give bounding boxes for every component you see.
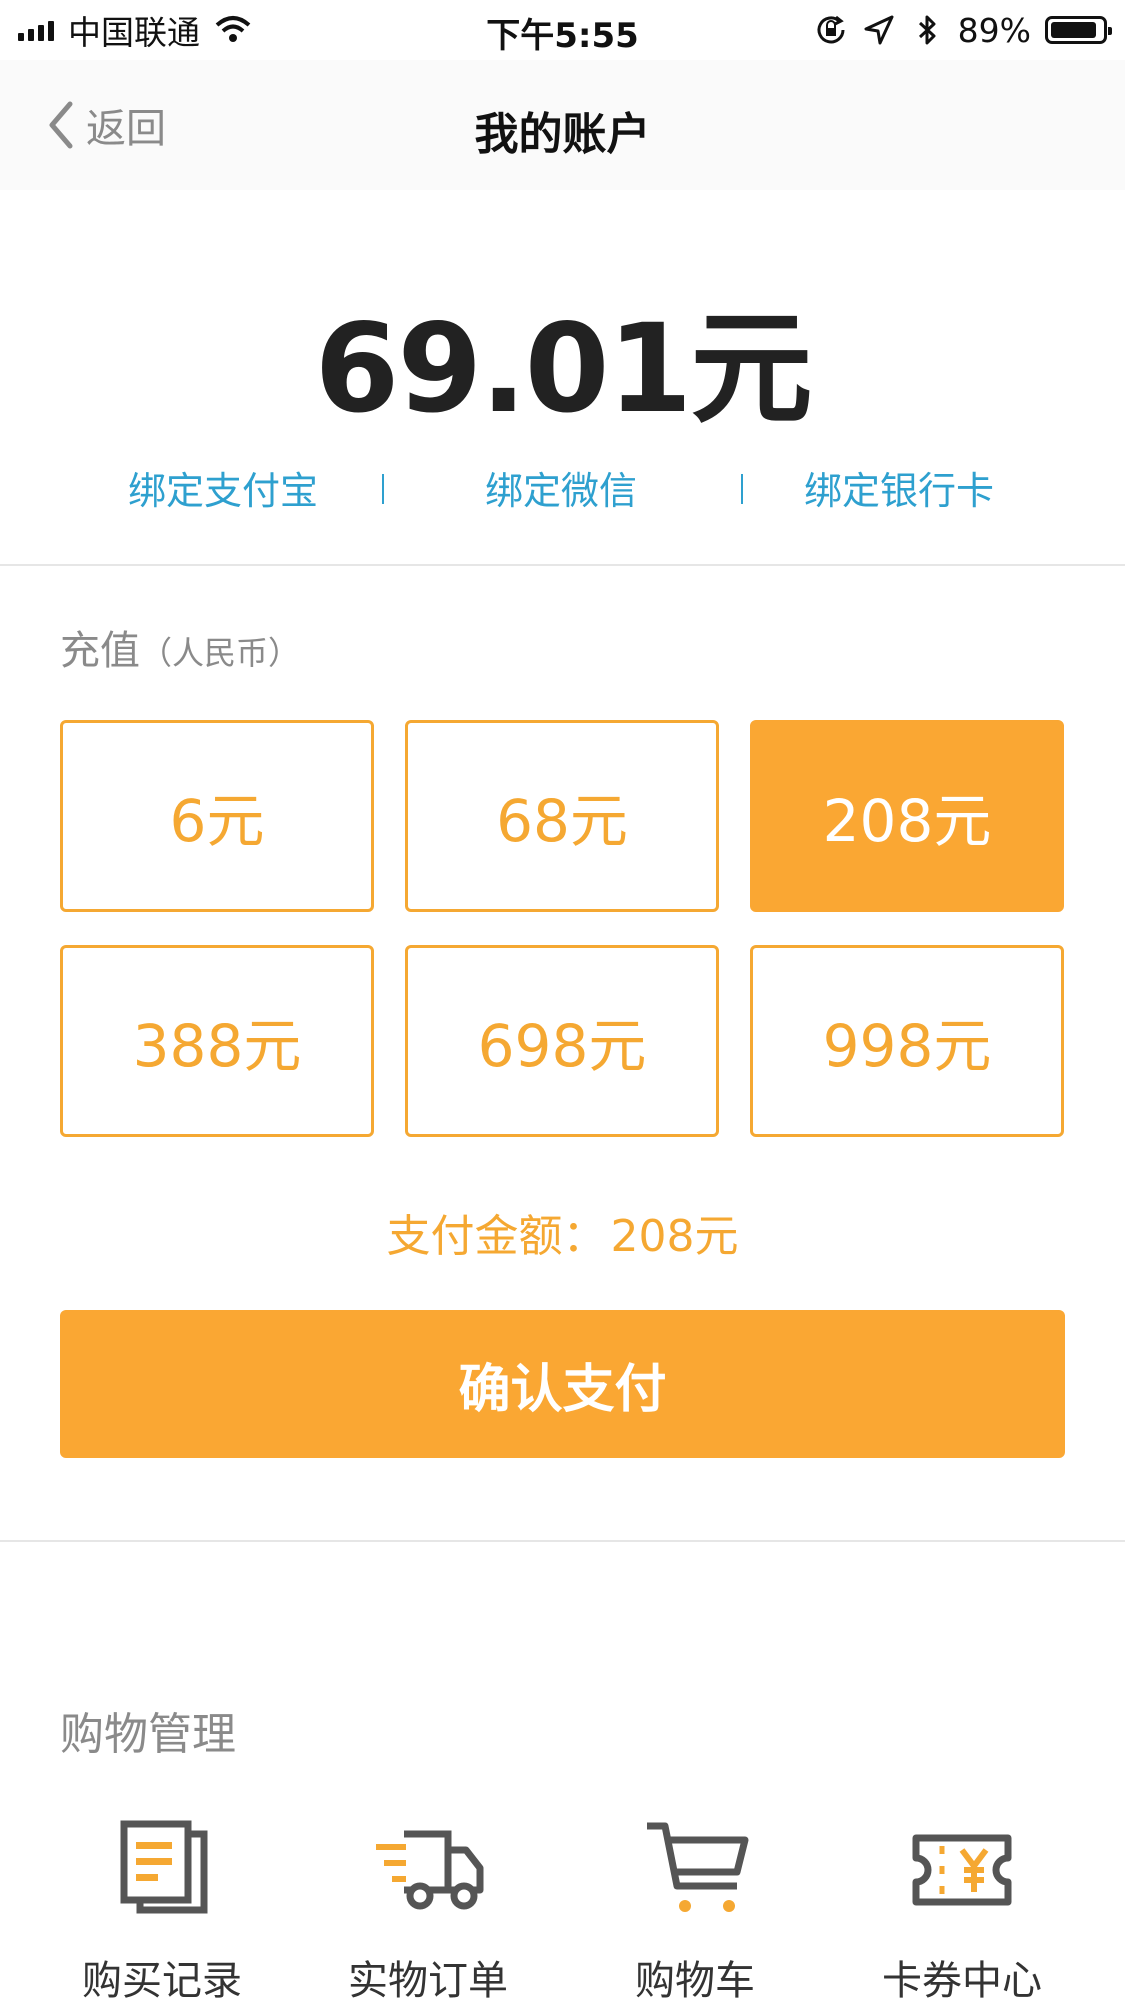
shopping-cart-button[interactable]: 购物车 [595,1820,795,2001]
recharge-option[interactable]: 68元 [405,720,719,912]
recharge-label: 充值（人民币） [60,618,300,676]
recharge-option-label: 698元 [477,1012,647,1080]
status-bar-right: 89% [814,10,1112,50]
shopping-management-title: 购物管理 [60,1709,236,1760]
shop-item-label: 购物车 [635,1958,755,2001]
recharge-option-label: 68元 [496,787,628,855]
recharge-option-label: 998元 [822,1012,992,1080]
coupon-center-button[interactable]: 卡券中心 [862,1820,1062,2001]
bind-alipay-link[interactable]: 绑定支付宝 [128,460,318,515]
page-title: 我的账户 [474,109,651,160]
battery-fill [1051,22,1096,38]
confirm-payment-button[interactable]: 确认支付 [60,1310,1065,1458]
section-divider [0,564,1125,566]
pay-amount-label: 支付金额： [386,1211,607,1262]
status-bar: 中国联通 下午5:55 89% [0,0,1125,60]
orientation-lock-icon [817,15,845,44]
pay-amount-value: 208元 [610,1211,739,1262]
recharge-option-label: 6元 [169,787,265,855]
recharge-option-label: 208元 [822,787,992,855]
recharge-option[interactable]: 998元 [750,945,1064,1137]
shop-item-label: 实物订单 [348,1958,508,2001]
pay-amount: 支付金额：208元 [0,1200,1125,1264]
my-account-page: 中国联通 下午5:55 89% 返回 我的账户 69.01元 绑定支付宝 绑定微… [0,0,1125,2001]
confirm-payment-label: 确认支付 [458,1359,667,1420]
bind-wechat-link[interactable]: 绑定微信 [485,460,637,515]
recharge-option[interactable]: 388元 [60,945,374,1137]
recharge-title: 充值 [60,628,140,674]
battery-icon [1045,16,1112,44]
recharge-currency: （人民币） [140,634,301,672]
shopping-cart-icon [647,1822,749,1912]
battery-tip [1108,27,1112,35]
purchase-records-button[interactable]: 购买记录 [62,1820,262,2001]
shop-item-label: 购买记录 [82,1958,242,2001]
recharge-option[interactable]: 208元 [750,720,1064,912]
purchase-records-icon [120,1820,208,1914]
bind-payment-row: 绑定支付宝 绑定微信 绑定银行卡 [0,460,1125,520]
recharge-option[interactable]: 698元 [405,945,719,1137]
physical-orders-button[interactable]: 实物订单 [328,1820,528,2001]
bind-separator [741,474,743,504]
bluetooth-icon [918,15,936,45]
account-balance: 69.01元 [314,298,813,440]
location-icon [864,15,894,45]
coupon-ticket-icon [912,1834,1012,1906]
shop-item-label: 卡券中心 [882,1958,1042,2001]
bind-bank-card-link[interactable]: 绑定银行卡 [804,460,994,515]
battery-percent: 89% [957,10,1031,50]
recharge-option-label: 388元 [132,1012,302,1080]
section-divider [0,1540,1125,1542]
navigation-bar: 返回 我的账户 [0,60,1125,190]
bind-separator [382,474,384,504]
delivery-truck-icon [376,1830,484,1910]
recharge-option[interactable]: 6元 [60,720,374,912]
